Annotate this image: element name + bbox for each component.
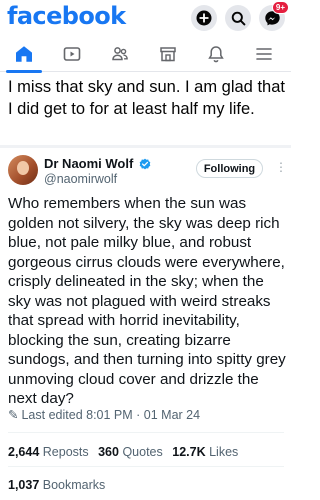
separator: [8, 432, 284, 433]
more-options-icon[interactable]: ⋮: [275, 160, 287, 174]
menu-icon: [256, 48, 272, 60]
messenger-button[interactable]: 9+: [259, 1, 289, 31]
plus-icon: [196, 10, 212, 26]
video-icon: [63, 47, 81, 61]
nav-friends[interactable]: [96, 36, 144, 72]
likes-label[interactable]: Likes: [209, 445, 238, 459]
nav-menu[interactable]: [240, 36, 288, 72]
separator: [8, 466, 284, 467]
verified-badge-icon: [139, 158, 151, 170]
reposts-count[interactable]: 2,644: [8, 445, 39, 459]
create-button[interactable]: [191, 5, 217, 31]
facebook-logo[interactable]: facebook: [7, 2, 126, 30]
top-actions: 9+: [191, 1, 289, 31]
author-name: Dr Naomi Wolf: [44, 156, 151, 171]
post-text: I miss that sky and sun. I am glad that …: [8, 78, 285, 118]
author-name-text: Dr Naomi Wolf: [44, 156, 134, 171]
last-edited-row[interactable]: ✎ Last edited 8:01 PM · 01 Mar 24: [8, 407, 200, 422]
last-edited-text: Last edited 8:01 PM · 01 Mar 24: [21, 408, 201, 422]
nav-bar: [0, 36, 291, 73]
search-icon: [231, 11, 245, 25]
pencil-icon: ✎: [8, 408, 19, 422]
tweet-body: Who remembers when the sun was golden no…: [8, 195, 286, 407]
author-handle: @naomirwolf: [44, 172, 118, 186]
nav-video[interactable]: [48, 36, 96, 72]
engagement-stats: 2,644 Reposts 360 Quotes 12.7K Likes: [8, 445, 238, 459]
nav-marketplace[interactable]: [144, 36, 192, 72]
bookmarks-label: Bookmarks: [42, 478, 106, 492]
reposts-label[interactable]: Reposts: [43, 445, 89, 459]
bell-icon: [208, 46, 224, 63]
nav-notifications[interactable]: [192, 36, 240, 72]
friends-icon: [112, 47, 128, 61]
search-button[interactable]: [225, 5, 251, 31]
nav-home[interactable]: [0, 36, 48, 73]
likes-count[interactable]: 12.7K: [172, 445, 205, 459]
top-bar: facebook 9+: [0, 0, 291, 36]
marketplace-icon: [160, 47, 176, 62]
quotes-label[interactable]: Quotes: [122, 445, 162, 459]
avatar[interactable]: [8, 155, 38, 185]
following-button[interactable]: Following: [196, 159, 263, 178]
divider: [0, 145, 291, 148]
notification-badge: 9+: [271, 1, 289, 14]
bookmarks-stat[interactable]: 1,037 Bookmarks: [8, 478, 105, 492]
bookmarks-count: 1,037: [8, 478, 40, 492]
quotes-count[interactable]: 360: [98, 445, 119, 459]
home-icon: [16, 46, 32, 62]
